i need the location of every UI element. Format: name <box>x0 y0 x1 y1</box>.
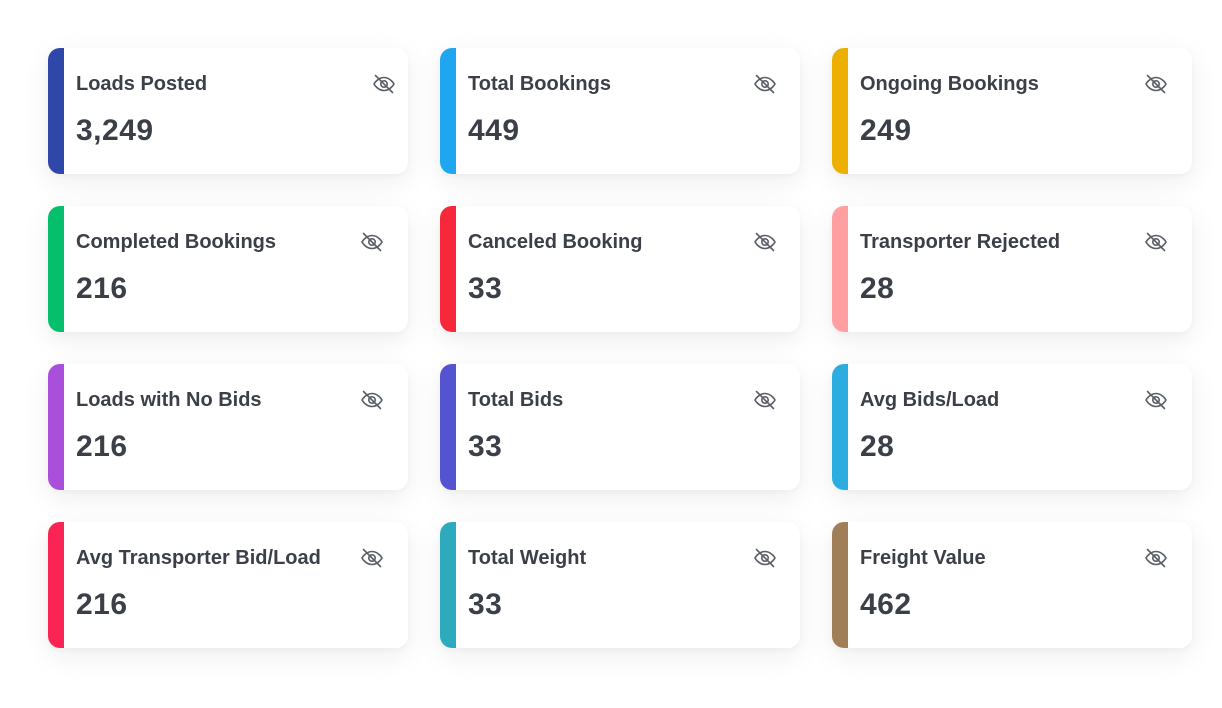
stat-card-total-bookings: Total Bookings 449 <box>440 48 800 174</box>
accent-bar <box>440 48 456 174</box>
card-value: 33 <box>468 272 503 305</box>
card-value: 462 <box>860 588 912 621</box>
stat-card-ongoing-bookings: Ongoing Bookings 249 <box>832 48 1192 174</box>
stat-card-loads-posted: Loads Posted 3,249 <box>48 48 408 174</box>
card-title: Freight Value <box>860 547 986 569</box>
accent-bar <box>48 364 64 490</box>
card-value: 33 <box>468 430 503 463</box>
stat-card-completed-bookings: Completed Bookings 216 <box>48 206 408 332</box>
stat-card-avg-bids-load: Avg Bids/Load 28 <box>832 364 1192 490</box>
eye-off-icon[interactable] <box>1144 546 1168 570</box>
card-title: Transporter Rejected <box>860 231 1061 253</box>
stat-card-total-weight: Total Weight 33 <box>440 522 800 648</box>
eye-off-icon[interactable] <box>753 230 777 254</box>
card-title: Loads Posted <box>76 73 208 95</box>
eye-off-icon[interactable] <box>372 72 396 96</box>
card-value: 28 <box>860 430 895 463</box>
eye-off-icon[interactable] <box>360 230 384 254</box>
eye-off-icon[interactable] <box>753 388 777 412</box>
stat-card-loads-no-bids: Loads with No Bids 216 <box>48 364 408 490</box>
card-value: 216 <box>76 430 128 463</box>
card-title: Total Bookings <box>468 73 611 95</box>
accent-bar <box>48 206 64 332</box>
stat-card-freight-value: Freight Value 462 <box>832 522 1192 648</box>
card-value: 216 <box>76 272 128 305</box>
card-value: 33 <box>468 588 503 621</box>
accent-bar <box>48 48 64 174</box>
accent-bar <box>832 48 848 174</box>
stat-card-transporter-rejected: Transporter Rejected 28 <box>832 206 1192 332</box>
accent-bar <box>832 522 848 648</box>
card-title: Loads with No Bids <box>76 389 262 411</box>
card-value: 28 <box>860 272 895 305</box>
card-title: Total Weight <box>468 547 587 569</box>
stats-grid: Loads Posted 3,249 Total Bookings 449 On… <box>48 48 1193 648</box>
card-value: 216 <box>76 588 128 621</box>
card-title: Canceled Booking <box>468 231 643 253</box>
stat-card-avg-transporter-bid-load: Avg Transporter Bid/Load 216 <box>48 522 408 648</box>
card-value: 449 <box>468 114 520 147</box>
card-title: Avg Transporter Bid/Load <box>76 547 321 569</box>
card-title: Avg Bids/Load <box>860 389 1000 411</box>
eye-off-icon[interactable] <box>360 546 384 570</box>
card-title: Ongoing Bookings <box>860 73 1039 95</box>
accent-bar <box>440 206 456 332</box>
eye-off-icon[interactable] <box>1144 388 1168 412</box>
eye-off-icon[interactable] <box>360 388 384 412</box>
card-value: 249 <box>860 114 912 147</box>
eye-off-icon[interactable] <box>753 72 777 96</box>
stat-card-total-bids: Total Bids 33 <box>440 364 800 490</box>
eye-off-icon[interactable] <box>1144 230 1168 254</box>
accent-bar <box>48 522 64 648</box>
card-title: Completed Bookings <box>76 231 277 253</box>
accent-bar <box>440 522 456 648</box>
accent-bar <box>832 206 848 332</box>
eye-off-icon[interactable] <box>753 546 777 570</box>
card-value: 3,249 <box>76 114 154 147</box>
card-title: Total Bids <box>468 389 564 411</box>
eye-off-icon[interactable] <box>1144 72 1168 96</box>
stat-card-canceled-booking: Canceled Booking 33 <box>440 206 800 332</box>
accent-bar <box>440 364 456 490</box>
accent-bar <box>832 364 848 490</box>
